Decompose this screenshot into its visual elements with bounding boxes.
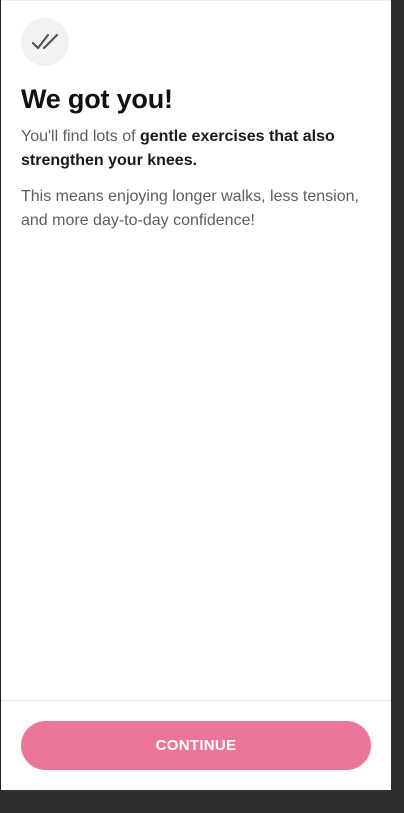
intro-text: You'll find lots of gentle exercises tha… [21,125,371,173]
double-check-icon [31,33,59,50]
top-divider [1,0,391,1]
continue-button[interactable]: CONTINUE [21,721,371,770]
check-badge [21,18,69,66]
page-title: We got you! [21,84,173,114]
intro-prefix: You'll find lots of [21,128,140,145]
footer-divider [1,700,391,701]
body-text: This means enjoying longer walks, less t… [21,188,359,229]
onboarding-screen: We got you! You'll find lots of gentle e… [0,0,391,790]
